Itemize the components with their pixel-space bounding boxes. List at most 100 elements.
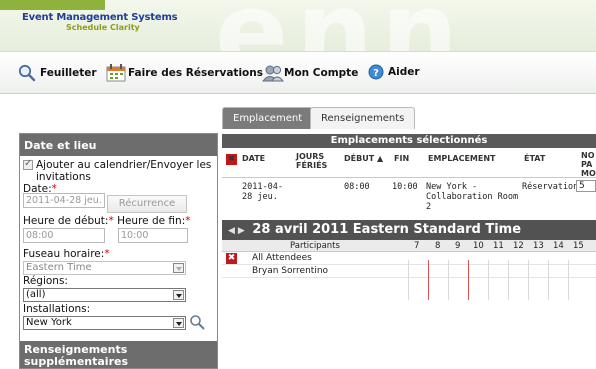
attendee-count-input[interactable]: 5 [576, 180, 596, 192]
col-date[interactable]: DATE [242, 154, 265, 163]
end-time-label: Heure de fin: [117, 215, 186, 227]
row-location-line3[interactable]: 2 [426, 202, 431, 212]
calendar-invite-checkbox[interactable] [23, 158, 33, 170]
date-banner: ◀ ▶ 28 avril 2011 Eastern Standard Time [222, 220, 596, 240]
users-icon [261, 64, 285, 82]
svg-text:?: ? [373, 68, 379, 79]
row-location-line2[interactable]: Collaboration Room [426, 192, 518, 202]
menu-reservations-label: Faire des Réservations [128, 67, 263, 79]
facilities-label: Installations: [23, 303, 91, 315]
search-icon[interactable] [189, 314, 205, 330]
hour-label: 13 [533, 241, 544, 251]
menu-browse[interactable]: Feuilleter [18, 64, 97, 82]
end-time-input[interactable]: 10:00 [118, 228, 188, 243]
start-time-input[interactable]: 08:00 [23, 228, 105, 243]
hour-gridline [488, 260, 489, 300]
calendar-invite-row: Ajouter au calendrier/Envoyer les invita… [23, 158, 214, 183]
attendee-name: All Attendees [252, 253, 312, 263]
row-state: Réservation [522, 182, 579, 192]
tab-location[interactable]: Emplacement [222, 107, 314, 129]
required-marker: * [104, 248, 110, 260]
timezone-select[interactable]: Eastern Time [23, 261, 186, 275]
facilities-value: New York [26, 317, 72, 328]
calendar-invite-label: Ajouter au calendrier/Envoyer les invita… [36, 159, 212, 183]
hour-label: 12 [513, 241, 524, 251]
app-header: Event Management Systems Schedule Clarit… [0, 0, 596, 52]
required-marker: * [108, 215, 114, 227]
hour-label: 8 [435, 241, 441, 251]
required-marker: * [185, 215, 191, 227]
additional-info-header[interactable]: Renseignements supplémentaires [20, 341, 217, 368]
row-location-line1[interactable]: New York - [426, 182, 477, 192]
date-input[interactable]: 2011-04-28 jeu. [23, 193, 105, 208]
col-holidays-line1: JOURS [296, 152, 325, 161]
magnifier-icon [18, 64, 36, 82]
help-icon: ? [368, 64, 384, 80]
panel-body: Ajouter au calendrier/Envoyer les invita… [20, 156, 217, 346]
timezone-label-text: Fuseau horaire: [23, 248, 105, 260]
tab-information[interactable]: Renseignements [310, 107, 416, 129]
col-location[interactable]: EMPLACEMENT [428, 154, 496, 163]
row-start: 08:00 [344, 182, 370, 192]
timezone-value: Eastern Time [26, 262, 92, 273]
chevron-down-icon [173, 318, 184, 328]
col-attendees-line3: MO [581, 169, 596, 178]
hour-label: 14 [553, 241, 564, 251]
row-date-line1: 2011-04- [242, 182, 283, 192]
reservation-start-line [428, 260, 429, 300]
hour-gridline [528, 260, 529, 300]
col-attendees[interactable]: NO PA MO [581, 151, 596, 178]
menu-help-label: Aider [388, 66, 420, 78]
col-start[interactable]: DÉBUT ▲ [344, 154, 383, 163]
regions-label: Régions: [23, 275, 68, 287]
chevron-down-icon [173, 290, 184, 300]
remove-all-icon[interactable]: ✖ [226, 154, 237, 165]
col-attendees-line2: PA [581, 160, 593, 169]
menu-account[interactable]: Mon Compte [261, 64, 359, 82]
date-banner-text: 28 avril 2011 Eastern Standard Time [252, 222, 522, 237]
prev-day-icon[interactable]: ◀ [228, 226, 235, 236]
hour-gridline [408, 260, 409, 300]
col-holidays-line2: FÉRIÉS [296, 161, 328, 170]
calendar-icon [106, 64, 126, 82]
regions-select[interactable]: (all) [23, 288, 186, 302]
attendee-name: Bryan Sorrentino [252, 266, 329, 276]
start-time-label: Heure de début: [23, 215, 109, 227]
list-item[interactable]: Bryan Sorrentino [222, 265, 596, 278]
remove-attendee-icon[interactable]: ✖ [226, 253, 237, 264]
col-end[interactable]: FIN [394, 154, 409, 163]
row-date-line2: 28 jeu. [242, 192, 278, 202]
table-row[interactable]: 2011-04- 28 jeu. 08:00 10:00 New York - … [222, 178, 596, 220]
menu-help[interactable]: ? Aider [368, 64, 420, 80]
selected-locations-grid: Emplacements sélectionnés ✖ DATE JOURS FÉ… [222, 134, 596, 369]
hour-label: 15 [573, 241, 584, 251]
hour-label: 11 [493, 241, 504, 251]
facilities-select[interactable]: New York [23, 316, 186, 330]
hour-label: 7 [414, 241, 420, 251]
chevron-down-icon [173, 263, 184, 273]
brand-name: Event Management Systems [22, 12, 178, 23]
main-menu: Feuilleter Faire des Réservations Mon Co… [0, 52, 596, 94]
brand-tagline: Schedule Clarity [66, 23, 140, 32]
list-item[interactable]: ✖ All Attendees [222, 252, 596, 265]
time-labels: Heure de début:* Heure de fin:* [23, 215, 190, 227]
timeline-header: Participants 7 8 9 10 11 12 13 14 15 [222, 240, 596, 252]
brand-accent-strip [0, 0, 105, 10]
timezone-label: Fuseau horaire:* [23, 248, 110, 260]
hour-gridline [548, 260, 549, 300]
menu-reservations[interactable]: Faire des Réservations [106, 64, 263, 82]
next-day-icon[interactable]: ▶ [238, 226, 245, 236]
hour-gridline [568, 260, 569, 300]
col-holidays[interactable]: JOURS FÉRIÉS [296, 152, 327, 170]
date-location-panel: Date et lieu Ajouter au calendrier/Envoy… [19, 133, 218, 369]
menu-account-label: Mon Compte [284, 67, 359, 79]
selected-locations-header: Emplacements sélectionnés [222, 134, 596, 148]
hour-label: 9 [455, 241, 461, 251]
panel-title: Date et lieu [20, 134, 217, 156]
hour-gridline [448, 260, 449, 300]
col-state[interactable]: ÉTAT [524, 154, 545, 163]
reservation-end-line [468, 260, 469, 300]
hour-gridline [508, 260, 509, 300]
hour-label: 10 [473, 241, 484, 251]
recurrence-button[interactable]: Récurrence [107, 195, 187, 213]
